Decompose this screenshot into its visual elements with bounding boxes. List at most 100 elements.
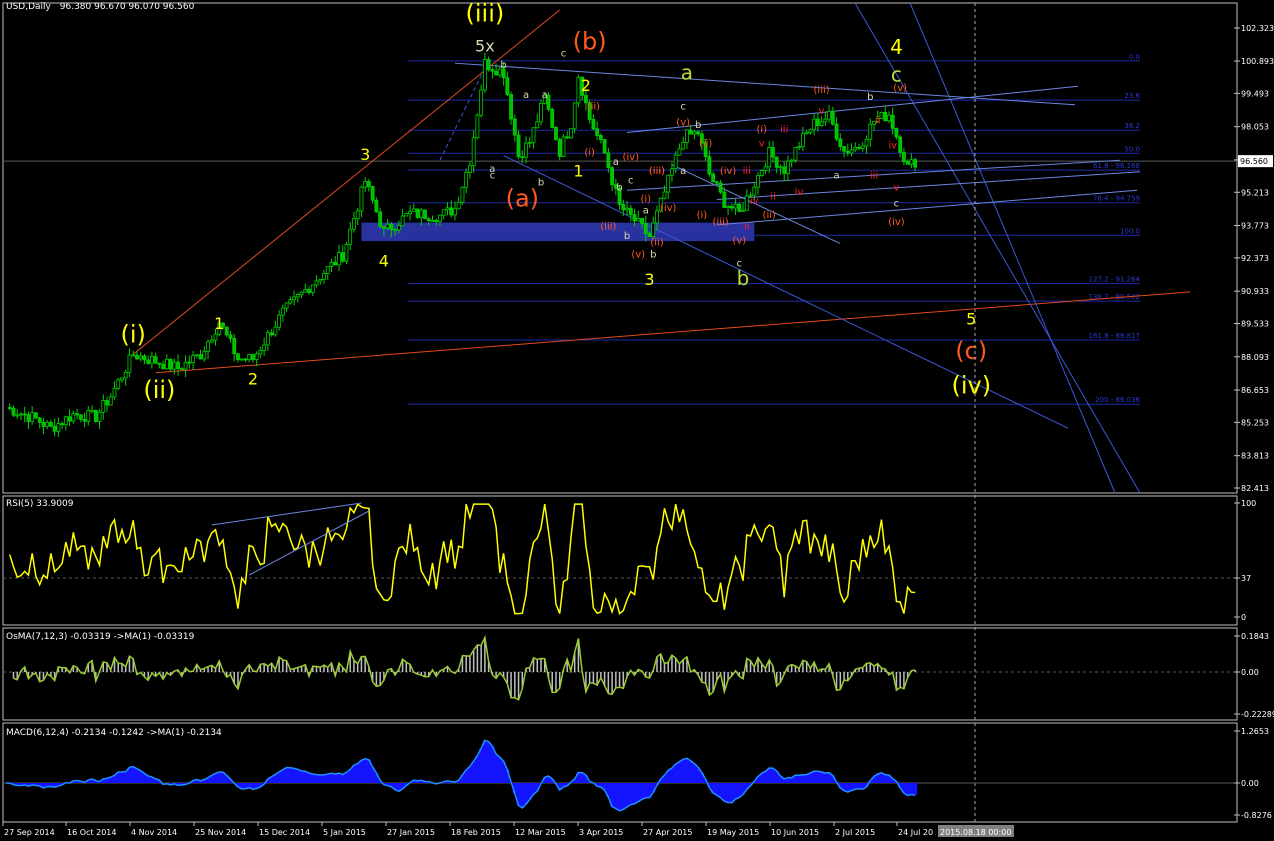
candle-body xyxy=(853,146,858,151)
candle-body xyxy=(56,423,61,432)
fib-label: 200 - 86.036 xyxy=(1095,396,1140,404)
candle-body xyxy=(150,356,154,364)
wave-label: 2 xyxy=(581,76,591,95)
candle-body xyxy=(554,126,558,140)
candle-body xyxy=(108,396,113,406)
candle-body xyxy=(819,121,824,127)
candle-body xyxy=(505,77,510,95)
macd-axis-label: 0.00 xyxy=(1241,779,1259,788)
candle-body xyxy=(355,210,360,220)
candle-body xyxy=(243,358,248,361)
candle-body xyxy=(778,166,783,169)
time-tick-label: 18 Feb 2015 xyxy=(451,828,501,837)
candle-body xyxy=(475,114,480,139)
candle-body xyxy=(860,145,865,149)
candle-body xyxy=(370,186,375,201)
candle-body xyxy=(460,186,465,203)
subwave-label: iv xyxy=(888,141,897,152)
candle-body xyxy=(303,289,308,293)
candle-body xyxy=(191,355,195,363)
candle-body xyxy=(52,425,57,432)
fib-label: 61.8 - 96.168 xyxy=(1093,162,1140,170)
wave-label: (iv) xyxy=(951,372,991,400)
candle-body xyxy=(632,214,637,222)
subwave-label: (v) xyxy=(676,118,690,129)
candle-body xyxy=(172,361,177,370)
candle-body xyxy=(381,226,386,229)
candle-body xyxy=(142,355,147,361)
candle-body xyxy=(905,161,910,165)
candle-body xyxy=(11,407,16,416)
candle-body xyxy=(621,203,626,211)
candle-body xyxy=(628,207,633,215)
subwave-label: (ii) xyxy=(763,210,776,221)
wave-label: (ii) xyxy=(143,376,175,404)
rsi-axis-label: 100 xyxy=(1241,499,1256,508)
subwave-label: a xyxy=(643,205,649,216)
subwave-label: (i) xyxy=(756,124,767,135)
price-tick-label: 92.373 xyxy=(1241,254,1269,263)
wave-label: 5 xyxy=(966,309,976,328)
candle-body xyxy=(800,133,805,147)
candle-body xyxy=(449,207,454,216)
candle-body xyxy=(228,334,233,339)
candle-body xyxy=(19,413,23,416)
candle-body xyxy=(666,174,671,193)
price-tick-label: 93.773 xyxy=(1241,222,1269,231)
candle-body xyxy=(464,172,469,188)
candle-body xyxy=(602,139,607,154)
candle-body xyxy=(41,422,46,427)
rsi-axis-label: 37 xyxy=(1241,574,1251,583)
candle-body xyxy=(685,129,689,143)
subwave-label: iii xyxy=(870,171,878,182)
candle-body xyxy=(887,114,891,122)
candle-body xyxy=(295,294,300,298)
subwave-label: (i) xyxy=(584,148,595,159)
candle-body xyxy=(314,280,319,286)
subwave-label: c xyxy=(894,198,900,209)
candle-body xyxy=(782,166,787,174)
candle-body xyxy=(722,191,727,208)
candle-body xyxy=(187,361,192,364)
candle-body xyxy=(561,136,566,157)
candle-body xyxy=(367,181,371,187)
subwave-label: a xyxy=(489,164,495,175)
time-tick-label: 25 Nov 2014 xyxy=(195,828,246,837)
time-tick-label: 5 Jan 2015 xyxy=(323,828,366,837)
candle-body xyxy=(116,379,121,389)
candle-body xyxy=(737,203,742,212)
subwave-label: (iii) xyxy=(713,217,729,228)
subwave-label: (ii) xyxy=(650,238,663,249)
candle-body xyxy=(363,181,368,188)
subwave-label: v xyxy=(759,138,765,149)
candle-body xyxy=(815,118,820,127)
fib-label: 100.0 xyxy=(1120,227,1140,235)
candle-body xyxy=(7,407,12,409)
candle-body xyxy=(445,207,450,211)
subwave-label: (v) xyxy=(893,83,907,94)
candle-body xyxy=(842,146,846,152)
candle-body xyxy=(789,159,794,162)
candle-body xyxy=(673,154,678,170)
wave-label: b xyxy=(737,266,750,290)
candle-body xyxy=(625,207,629,211)
price-tick-label: 82.413 xyxy=(1241,484,1269,493)
candle-body xyxy=(15,414,20,417)
time-cursor-label: 2015.08.18 00:00 xyxy=(940,828,1011,837)
candle-body xyxy=(352,218,356,230)
candle-body xyxy=(756,175,760,188)
time-tick-label: 27 Jan 2015 xyxy=(387,828,435,837)
candle-body xyxy=(550,108,555,128)
candle-body xyxy=(206,341,210,352)
price-tick-label: 86.653 xyxy=(1241,386,1269,395)
osma-axis-label: 0.00 xyxy=(1241,668,1259,677)
candle-body xyxy=(714,181,719,184)
subwave-label: (iii) xyxy=(600,222,616,233)
subwave-label: b xyxy=(500,60,506,71)
time-tick-label: 24 Jul 20 xyxy=(898,828,933,837)
chart-canvas[interactable]: 0.0 23.6 38.2 50.0 61.8 - 96.168 76.4 - 94.75… xyxy=(0,0,1274,841)
subwave-label: (iv) xyxy=(888,217,905,228)
subwave-label: b xyxy=(538,178,544,189)
subwave-label: ii xyxy=(744,222,750,233)
candle-body xyxy=(595,128,600,136)
